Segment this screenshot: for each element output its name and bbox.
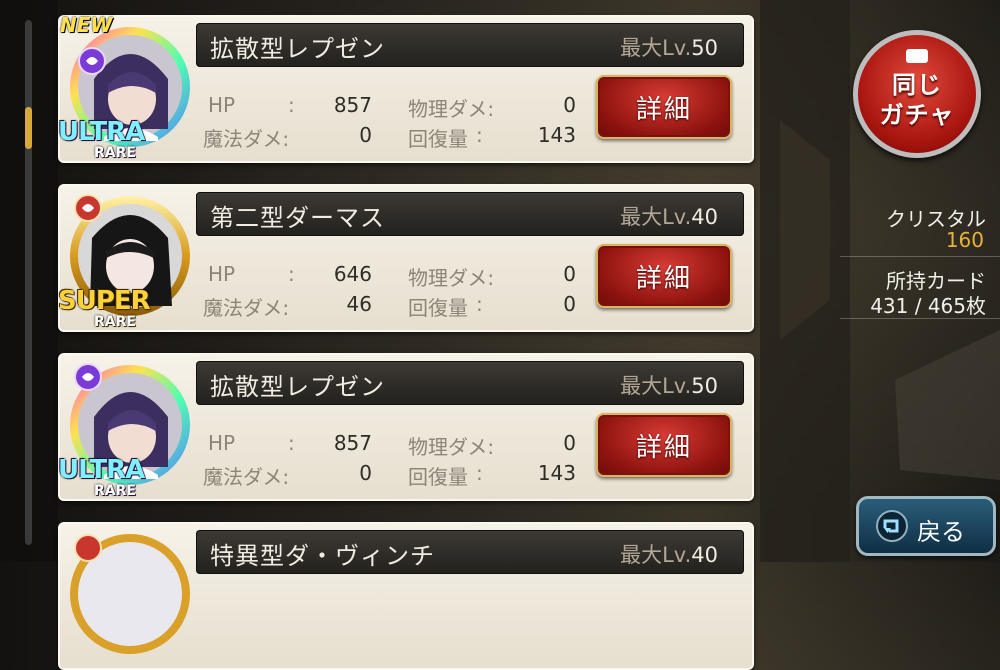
phys-label: 物理ダメ:	[408, 266, 495, 290]
card-name: 第二型ダーマス	[210, 204, 385, 232]
hp-colon: :	[288, 262, 295, 286]
max-level-value: 40	[691, 543, 718, 567]
magic-label: 魔法ダメ:	[203, 465, 290, 489]
phys-value: 0	[563, 93, 576, 117]
hp-value: 857	[333, 93, 372, 117]
detail-button[interactable]: 詳細	[596, 75, 732, 139]
magic-value: 0	[359, 123, 372, 147]
hp-label: HP	[208, 431, 236, 455]
rarity-label: ULTRA	[58, 455, 145, 485]
detail-button[interactable]: 詳細	[596, 413, 732, 477]
sidebar-divider	[840, 256, 1000, 257]
rarity-sublabel: RARE	[94, 145, 136, 161]
heal-value: 143	[537, 461, 576, 485]
card-name-bar: 第二型ダーマス 最大Lv.40	[196, 192, 744, 236]
max-level-value: 40	[691, 205, 718, 229]
max-level-label: 最大Lv.	[620, 36, 692, 60]
detail-button[interactable]: 詳細	[596, 244, 732, 308]
magic-value: 0	[359, 461, 372, 485]
hp-value: 857	[333, 431, 372, 455]
max-level: 最大Lv.40	[620, 539, 718, 569]
heal-label: 回復量	[408, 465, 468, 489]
back-button[interactable]: 戻る	[856, 496, 996, 556]
back-label: 戻る	[917, 518, 965, 546]
max-level-label: 最大Lv.	[620, 543, 692, 567]
card-name: 拡散型レプゼン	[210, 373, 385, 401]
new-badge: NEW	[60, 13, 113, 37]
hp-label: HP	[208, 262, 236, 286]
magic-label: 魔法ダメ:	[203, 127, 290, 151]
gacha-icon	[906, 49, 928, 63]
crystal-value: 160	[945, 228, 984, 252]
card-name: 特異型ダ・ヴィンチ	[210, 542, 435, 570]
max-level: 最大Lv.50	[620, 370, 718, 400]
card-item[interactable]: NEW ULTRA RARE 拡散型レプゼン 最大Lv.50 HP : 857 …	[58, 13, 754, 163]
card-name-bar: 拡散型レプゼン 最大Lv.50	[196, 23, 744, 67]
max-level: 最大Lv.50	[620, 32, 718, 62]
magic-label: 魔法ダメ:	[203, 296, 290, 320]
character-portrait	[70, 534, 190, 654]
hp-colon: :	[288, 93, 295, 117]
card-name-bar: 特異型ダ・ヴィンチ 最大Lv.40	[196, 530, 744, 574]
heal-label: 回復量	[408, 127, 468, 151]
phys-label: 物理ダメ:	[408, 435, 495, 459]
rarity-label: SUPER	[58, 286, 151, 316]
magic-value: 46	[346, 292, 372, 316]
list-scrollbar[interactable]	[25, 20, 32, 545]
scroll-thumb[interactable]	[25, 107, 32, 149]
max-level-value: 50	[691, 374, 718, 398]
card-name: 拡散型レプゼン	[210, 35, 385, 63]
card-name-bar: 拡散型レプゼン 最大Lv.50	[196, 361, 744, 405]
back-arrow-icon	[876, 510, 908, 542]
max-level-value: 50	[691, 36, 718, 60]
gacha-label-line2: ガチャ	[879, 101, 955, 129]
max-level-label: 最大Lv.	[620, 374, 692, 398]
hp-colon: :	[288, 431, 295, 455]
owned-cards-value: 431 / 465枚	[870, 294, 986, 318]
heal-label: 回復量	[408, 296, 468, 320]
heal-value: 0	[563, 292, 576, 316]
card-item[interactable]: SUPER RARE 第二型ダーマス 最大Lv.40 HP : 646 物理ダメ…	[58, 184, 754, 332]
rarity-sublabel: RARE	[94, 314, 136, 330]
phys-value: 0	[563, 262, 576, 286]
hp-value: 646	[333, 262, 372, 286]
card-item[interactable]: ULTRA RARE 拡散型レプゼン 最大Lv.50 HP : 857 物理ダメ…	[58, 353, 754, 501]
hp-label: HP	[208, 93, 236, 117]
heal-value: 143	[537, 123, 576, 147]
phys-label: 物理ダメ:	[408, 97, 495, 121]
max-level-label: 最大Lv.	[620, 205, 692, 229]
heal-colon: :	[476, 292, 483, 316]
same-gacha-button[interactable]: 同じ ガチャ	[853, 30, 981, 158]
max-level: 最大Lv.40	[620, 201, 718, 231]
card-item[interactable]: 特異型ダ・ヴィンチ 最大Lv.40	[58, 522, 754, 670]
heal-colon: :	[476, 123, 483, 147]
phys-value: 0	[563, 431, 576, 455]
rarity-label: ULTRA	[58, 117, 145, 147]
heal-colon: :	[476, 461, 483, 485]
sidebar-divider	[840, 318, 1000, 319]
rarity-sublabel: RARE	[94, 483, 136, 499]
